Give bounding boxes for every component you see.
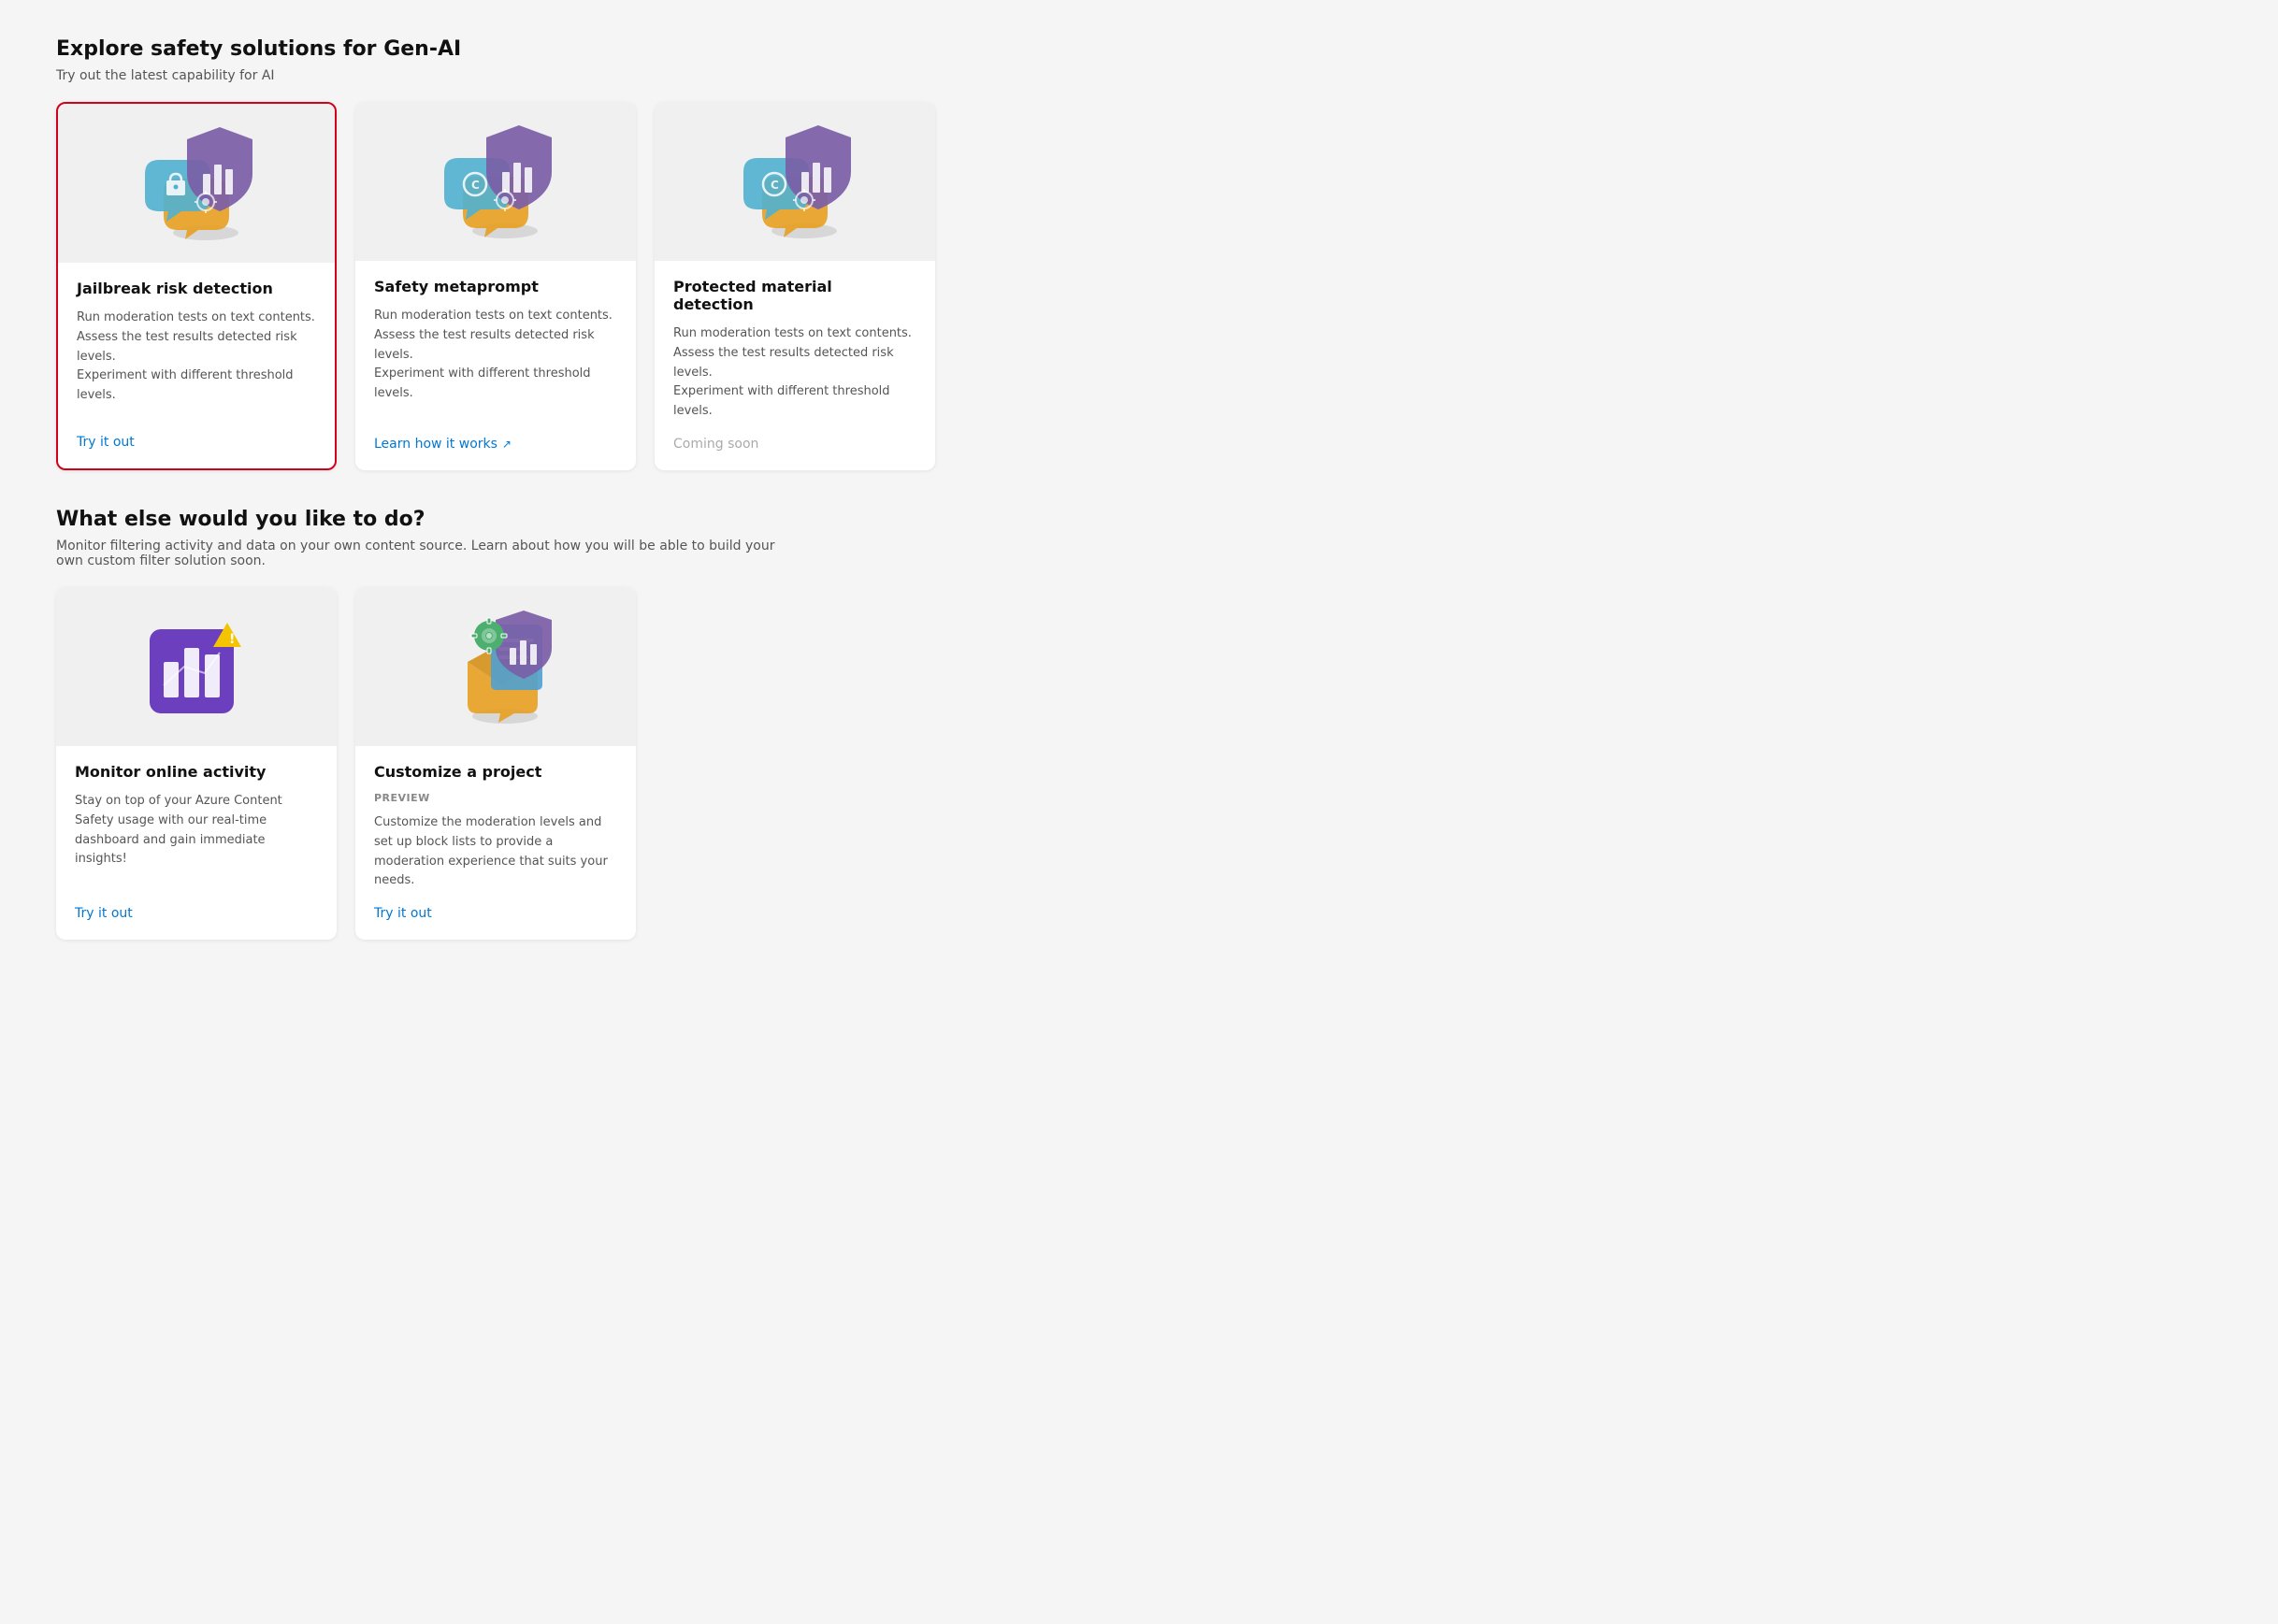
card-jailbreak[interactable]: Jailbreak risk detection Run moderation …: [56, 102, 337, 470]
svg-text:!: !: [229, 632, 235, 647]
card-safety-desc: Run moderation tests on text contents. A…: [374, 307, 617, 422]
card-protected-coming-soon: Coming soon: [673, 437, 916, 452]
card-monitor-title: Monitor online activity: [75, 763, 318, 781]
protected-material-icon: C: [729, 121, 860, 242]
card-safety-body: Safety metaprompt Run moderation tests o…: [355, 261, 636, 470]
section-what-else: What else would you like to do? Monitor …: [56, 508, 2222, 940]
section2-cards-row: ! Monitor online activity Stay on top of…: [56, 587, 2222, 940]
card-protected-desc: Run moderation tests on text contents. A…: [673, 324, 916, 422]
card-jailbreak-title: Jailbreak risk detection: [77, 280, 316, 297]
card-customize-title: Customize a project: [374, 763, 617, 781]
card-protected-image: C: [655, 102, 935, 261]
card-customize-preview: PREVIEW: [374, 792, 617, 804]
card-customize-action[interactable]: Try it out: [374, 906, 617, 921]
external-link-icon: ↗: [502, 438, 512, 451]
card-monitor[interactable]: ! Monitor online activity Stay on top of…: [56, 587, 337, 940]
svg-text:C: C: [471, 179, 480, 192]
card-jailbreak-action[interactable]: Try it out: [77, 435, 316, 450]
card-monitor-body: Monitor online activity Stay on top of y…: [56, 746, 337, 940]
section-gen-ai-safety: Explore safety solutions for Gen-AI Try …: [56, 37, 2222, 470]
card-jailbreak-body: Jailbreak risk detection Run moderation …: [58, 263, 335, 468]
card-protected-body: Protected material detection Run moderat…: [655, 261, 935, 470]
card-customize-body: Customize a project PREVIEW Customize th…: [355, 746, 636, 940]
card-protected-title: Protected material detection: [673, 278, 916, 313]
card-monitor-image: !: [56, 587, 337, 746]
card-safety-title: Safety metaprompt: [374, 278, 617, 295]
section1-title: Explore safety solutions for Gen-AI: [56, 37, 2222, 61]
card-monitor-desc: Stay on top of your Azure Content Safety…: [75, 792, 318, 891]
card-customize[interactable]: Customize a project PREVIEW Customize th…: [355, 587, 636, 940]
card-customize-desc: Customize the moderation levels and set …: [374, 813, 617, 891]
card-protected-material: C Protected material detection Run moder: [655, 102, 935, 470]
section2-title: What else would you like to do?: [56, 508, 2222, 531]
customize-icon: [425, 606, 566, 727]
card-jailbreak-desc: Run moderation tests on text contents. A…: [77, 309, 316, 420]
svg-text:C: C: [771, 179, 779, 192]
card-safety-image: C: [355, 102, 636, 261]
safety-metaprompt-icon: C: [430, 121, 561, 242]
card-jailbreak-image: [58, 104, 335, 263]
card-safety-metaprompt[interactable]: C Safety metaprompt: [355, 102, 636, 470]
section1-subtitle: Try out the latest capability for AI: [56, 68, 2222, 83]
card-safety-action[interactable]: Learn how it works ↗: [374, 437, 617, 452]
section2-desc: Monitor filtering activity and data on y…: [56, 539, 804, 568]
card-monitor-action[interactable]: Try it out: [75, 906, 318, 921]
monitor-icon: !: [131, 606, 262, 727]
section1-cards-row: Jailbreak risk detection Run moderation …: [56, 102, 2222, 470]
jailbreak-icon: [131, 122, 262, 244]
card-customize-image: [355, 587, 636, 746]
